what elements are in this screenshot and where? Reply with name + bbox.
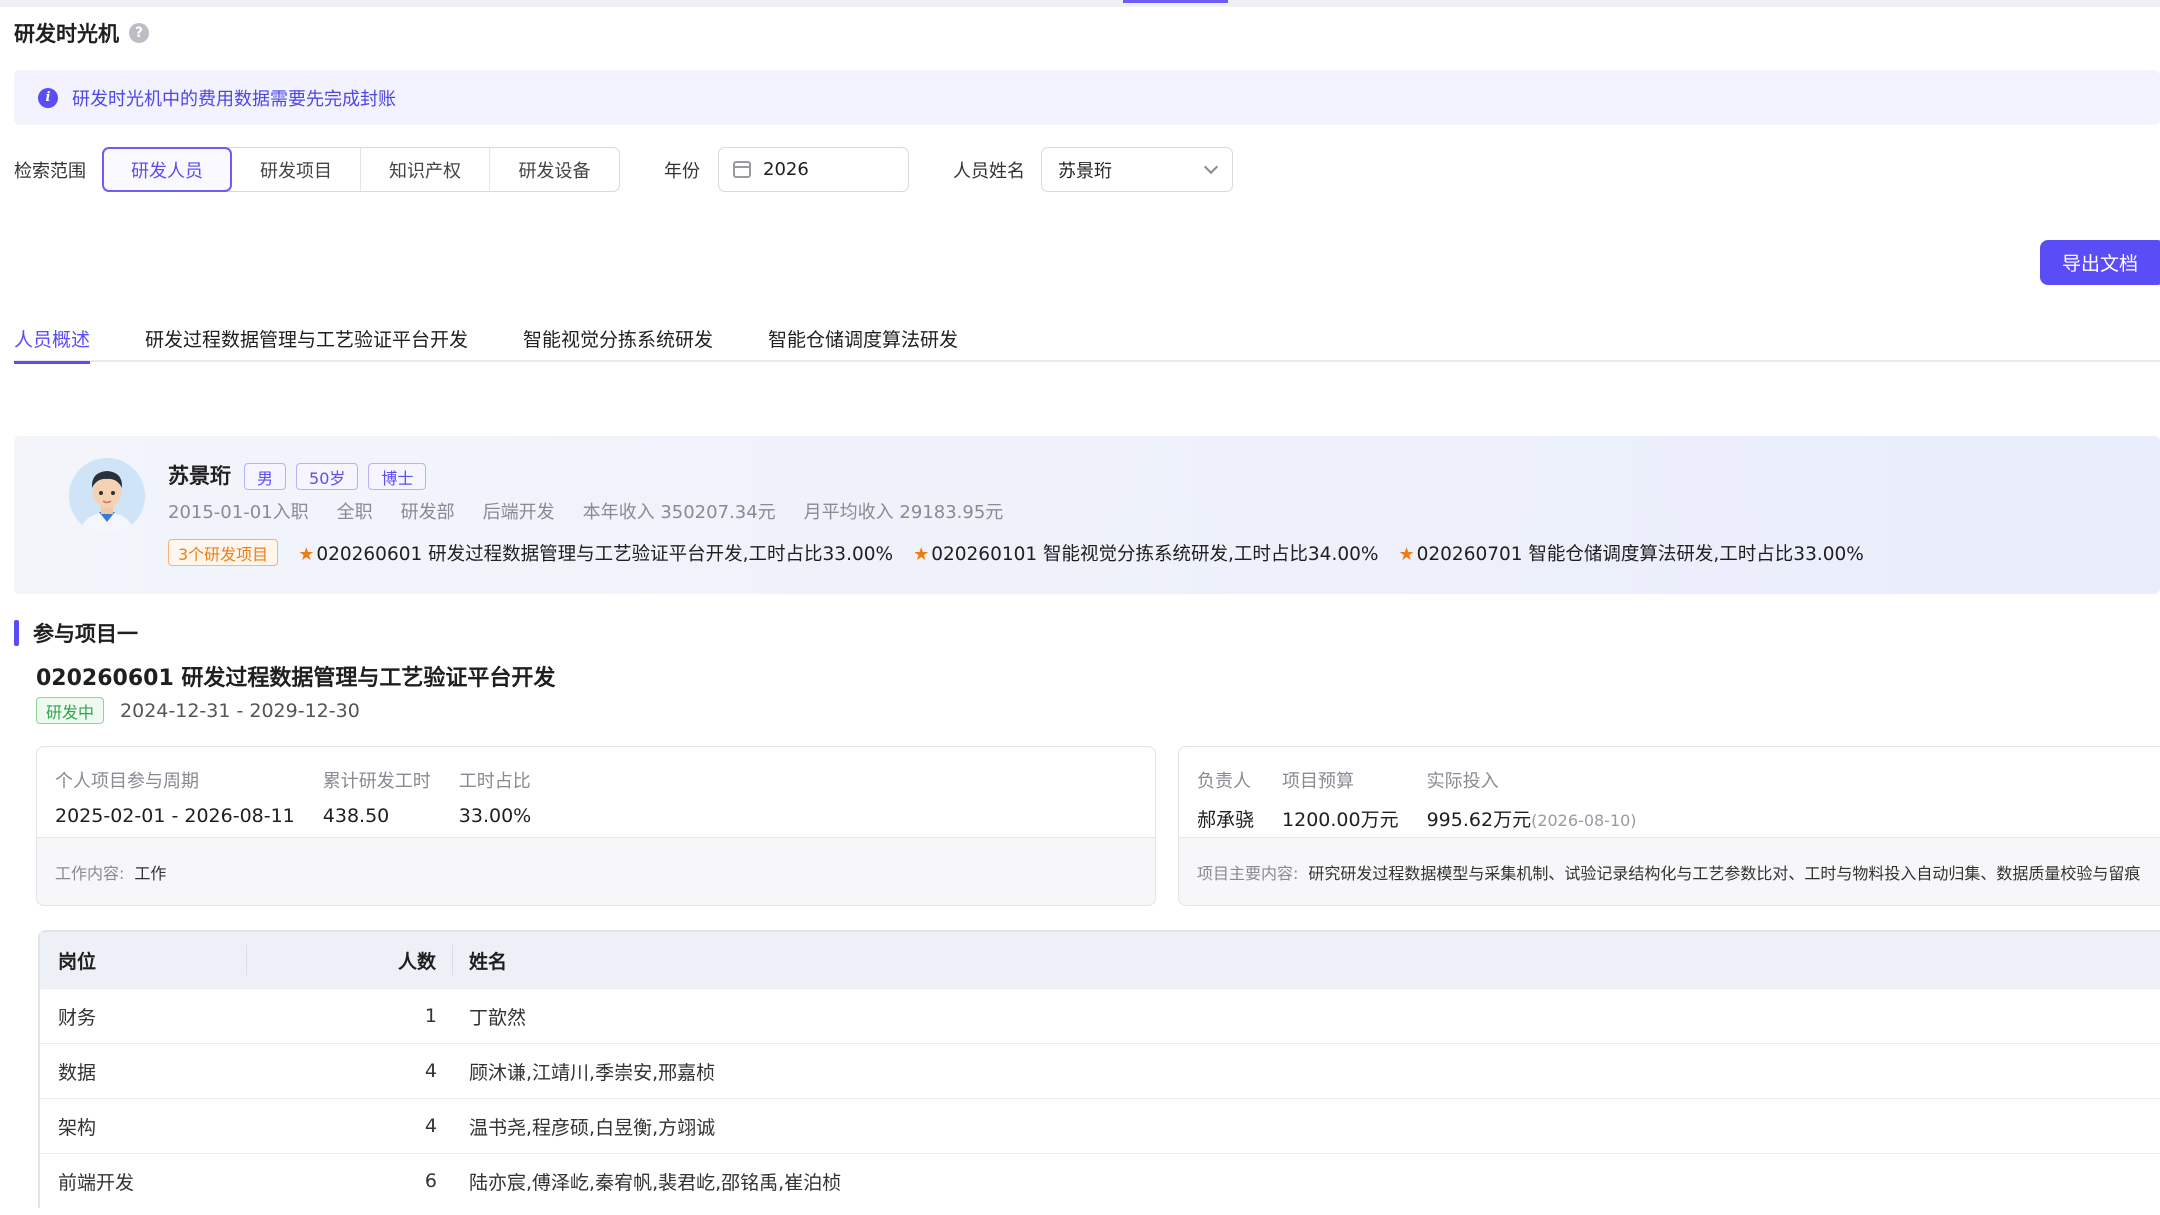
table-row: 财务 1 丁歆然 [40, 988, 2160, 1043]
work-content-label: 工作内容: [55, 863, 125, 883]
project-title: 020260601 研发过程数据管理与工艺验证平台开发 [36, 666, 556, 691]
name-label: 人员姓名 [953, 160, 1025, 182]
year-picker[interactable]: 2026 [718, 147, 909, 192]
degree-tag: 博士 [368, 463, 427, 490]
position: 后端开发 [482, 502, 555, 523]
tab-project-warehouse-scheduling[interactable]: 智能仓储调度算法研发 [768, 315, 958, 362]
top-tab-strip [0, 0, 2160, 7]
section-accent-bar [14, 620, 19, 646]
status-badge: 研发中 [36, 697, 105, 724]
profile-card: 苏景珩 男 50岁 博士 2015-01-01入职 全职 研发部 后端开发 本年… [14, 436, 2160, 594]
notice-banner: i 研发时光机中的费用数据需要先完成封账 [14, 70, 2160, 125]
header-count: 人数 [247, 945, 453, 975]
info-icon: i [38, 87, 58, 108]
annual-income: 本年收入 350207.34元 [582, 502, 776, 523]
project-count-badge: 3个研发项目 [168, 539, 279, 566]
project-main-content: 项目主要内容: 研究研发过程数据模型与采集机制、试验记录结构化与工艺参数比对、工… [1179, 837, 2160, 905]
tab-project-vision-sorting[interactable]: 智能视觉分拣系统研发 [523, 315, 713, 362]
name-select-value: 苏景珩 [1058, 160, 1112, 182]
year-value: 2026 [763, 159, 809, 180]
avatar [69, 458, 145, 534]
person-project-item: ★ 020260601 研发过程数据管理与工艺验证平台开发,工时占比33.00% [298, 543, 894, 565]
scope-option-ip[interactable]: 知识产权 [361, 148, 490, 191]
stat-participation-period: 个人项目参与周期 2025-02-01 - 2026-08-11 [55, 771, 295, 827]
header-names: 姓名 [469, 950, 508, 973]
table-row: 前端开发 6 陆亦宸,傅泽屹,秦宥帆,裴君屹,邵铭禹,崔泊桢 [40, 1153, 2160, 1208]
employment-type: 全职 [336, 502, 373, 523]
project-info-card: 负责人 郝承骁 项目预算 1200.00万元 实际投入 995.62万元(202… [1178, 746, 2160, 906]
scope-label: 检索范围 [14, 160, 86, 182]
age-tag: 50岁 [296, 463, 359, 490]
work-content-value: 工作 [134, 863, 167, 883]
chevron-down-icon [1203, 159, 1219, 174]
top-active-indicator [1123, 0, 1228, 3]
project-stats: 负责人 郝承骁 项目预算 1200.00万元 实际投入 995.62万元(202… [1197, 767, 1637, 832]
table-row: 数据 4 顾沐谦,江靖川,季崇安,邢嘉桢 [40, 1043, 2160, 1098]
stat-total-hours: 累计研发工时 438.50 [322, 771, 431, 827]
name-select[interactable]: 苏景珩 [1041, 147, 1233, 192]
stat-owner: 负责人 郝承骁 [1197, 771, 1255, 831]
join-date: 2015-01-01入职 [168, 502, 309, 523]
work-content: 工作内容: 工作 [37, 837, 1155, 905]
star-icon: ★ [298, 543, 315, 565]
project-content-label: 项目主要内容: [1197, 863, 1299, 883]
section-title: 参与项目一 [33, 622, 138, 646]
person-project-item: ★ 020260701 智能仓储调度算法研发,工时占比33.00% [1398, 543, 1864, 565]
gender-tag: 男 [244, 463, 287, 490]
table-header: 岗位 人数 姓名 [40, 932, 2160, 988]
stat-hour-ratio: 工时占比 33.00% [458, 771, 532, 827]
export-document-button[interactable]: 导出文档 [2040, 240, 2160, 285]
team-table: 岗位 人数 姓名 财务 1 丁歆然 数据 4 顾沐谦,江靖川,季崇安,邢嘉桢 架… [38, 930, 2160, 1208]
personal-stats: 个人项目参与周期 2025-02-01 - 2026-08-11 累计研发工时 … [55, 767, 531, 827]
star-icon: ★ [1398, 543, 1415, 565]
stat-budget: 项目预算 1200.00万元 [1282, 771, 1399, 831]
project-content-value: 研究研发过程数据模型与采集机制、试验记录结构化与工艺参数比对、工时与物料投入自动… [1308, 863, 2141, 883]
person-tags: 男 50岁 博士 [244, 463, 427, 490]
tab-bar: 人员概述 研发过程数据管理与工艺验证平台开发 智能视觉分拣系统研发 智能仓储调度… [14, 315, 2160, 364]
person-meta: 2015-01-01入职 全职 研发部 后端开发 本年收入 350207.34元… [168, 498, 1003, 524]
scope-option-equipment[interactable]: 研发设备 [490, 148, 619, 191]
project-status-row: 研发中 2024-12-31 - 2029-12-30 [36, 697, 360, 724]
project-date-range: 2024-12-31 - 2029-12-30 [120, 699, 360, 722]
tab-person-overview[interactable]: 人员概述 [14, 315, 91, 364]
page-header: 研发时光机 ? [14, 18, 149, 48]
tab-project-data-platform[interactable]: 研发过程数据管理与工艺验证平台开发 [145, 315, 468, 362]
person-name: 苏景珩 [168, 464, 231, 488]
person-project-list: 3个研发项目 ★ 020260601 研发过程数据管理与工艺验证平台开发,工时占比… [168, 539, 1864, 566]
scope-segmented-control: 研发人员 研发项目 知识产权 研发设备 [102, 147, 620, 192]
department: 研发部 [400, 502, 455, 523]
filter-bar: 检索范围 研发人员 研发项目 知识产权 研发设备 年份 2026 人员姓名 苏景… [14, 147, 1233, 192]
scope-option-personnel[interactable]: 研发人员 [102, 147, 232, 192]
section-heading: 参与项目一 [14, 620, 138, 646]
calendar-icon [733, 161, 751, 178]
page-title: 研发时光机 [14, 22, 119, 46]
person-project-item: ★ 020260101 智能视觉分拣系统研发,工时占比34.00% [913, 543, 1379, 565]
monthly-income: 月平均收入 29183.95元 [803, 502, 1004, 523]
header-role: 岗位 [40, 945, 247, 975]
year-label: 年份 [664, 160, 700, 182]
help-icon[interactable]: ? [129, 23, 149, 43]
table-row: 架构 4 温书尧,程彦硕,白昱衡,方翊诚 [40, 1098, 2160, 1153]
scope-option-project[interactable]: 研发项目 [232, 148, 361, 191]
stat-actual-investment: 实际投入 995.62万元(2026-08-10) [1426, 771, 1637, 831]
star-icon: ★ [913, 543, 930, 565]
notice-text: 研发时光机中的费用数据需要先完成封账 [72, 88, 396, 110]
personal-participation-card: 个人项目参与周期 2025-02-01 - 2026-08-11 累计研发工时 … [36, 746, 1156, 906]
